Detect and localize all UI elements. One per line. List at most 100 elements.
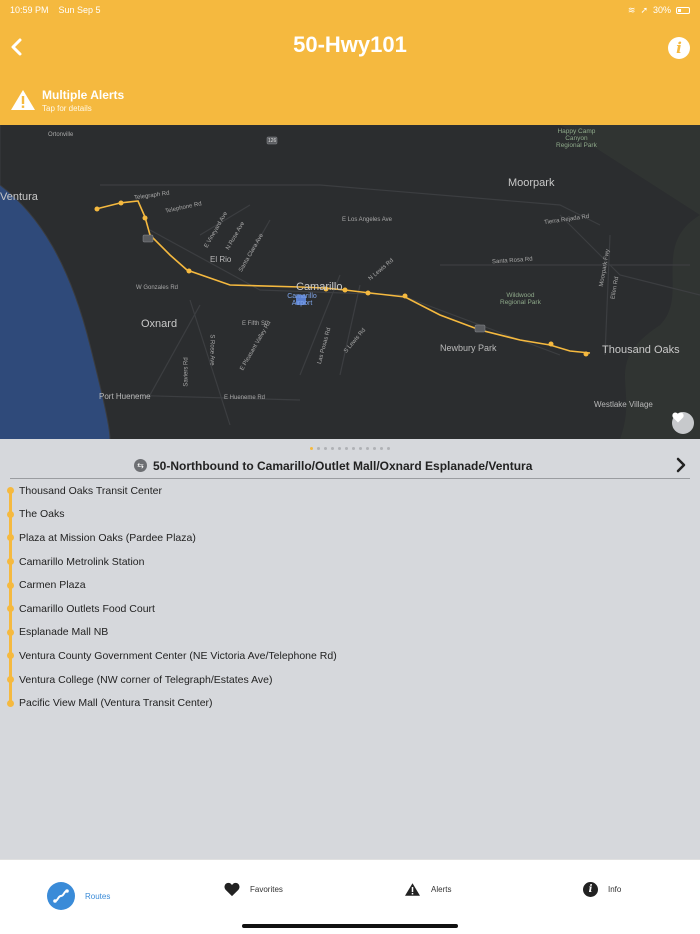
tab-routes[interactable]: Routes <box>47 882 110 910</box>
home-indicator[interactable] <box>242 924 458 928</box>
map-label-wildwood: Wildwood Regional Park <box>500 292 541 306</box>
stop-name: Thousand Oaks Transit Center <box>19 484 162 497</box>
page-dot <box>359 447 362 450</box>
alert-title: Multiple Alerts <box>42 88 125 102</box>
stop-name: Esplanade Mall NB <box>19 626 109 639</box>
next-direction-button[interactable] <box>674 457 688 473</box>
stop-marker <box>7 487 14 495</box>
header: 50-Hwy101 i Multiple Alerts Tap for deta… <box>0 20 700 125</box>
page-indicator[interactable] <box>0 447 700 450</box>
routes-icon <box>47 882 75 910</box>
stop-marker <box>7 676 14 684</box>
stop-marker <box>7 581 14 589</box>
tab-label: Alerts <box>431 885 452 894</box>
page-dot <box>310 447 313 450</box>
heart-icon <box>672 412 684 423</box>
page-dot <box>352 447 355 450</box>
map-label-happy-camp: Happy Camp Canyon Regional Park <box>556 128 597 149</box>
map-label-port-hueneme: Port Hueneme <box>99 392 151 401</box>
tab-bar: Routes Favorites Alerts i Info <box>0 859 700 934</box>
map-label-newbury-park: Newbury Park <box>440 343 497 353</box>
warning-icon <box>11 90 35 110</box>
stop-marker <box>7 699 14 707</box>
status-date: Sun Sep 5 <box>58 5 101 15</box>
page-dot <box>373 447 376 450</box>
info-icon: i <box>676 39 682 57</box>
info-button[interactable]: i <box>668 37 690 59</box>
map-label-ortonville: Ortonville <box>48 132 74 138</box>
tab-label: Routes <box>85 891 111 901</box>
road-label-126: 126 <box>268 138 277 144</box>
stop-name: Camarillo Metrolink Station <box>19 555 145 568</box>
status-right: ≋ ➚ 30% <box>628 5 690 16</box>
stop-name: Pacific View Mall (Ventura Transit Cente… <box>19 697 213 710</box>
location-icon: ➚ <box>640 4 648 15</box>
tab-label: Info <box>608 885 622 894</box>
road-label-e-hueneme: E Hueneme Rd <box>224 395 266 401</box>
route-map[interactable]: Ortonville Ventura Moorpark El Rio Camar… <box>0 125 700 439</box>
page-title: 50-Hwy101 <box>293 32 407 57</box>
stop-name: Plaza at Mission Oaks (Pardee Plaza) <box>19 531 196 544</box>
stop-name: Carmen Plaza <box>19 579 86 592</box>
map-label-ventura: Ventura <box>0 191 38 203</box>
list-item[interactable]: Thousand Oaks Transit Center <box>0 479 700 503</box>
list-item[interactable]: Plaza at Mission Oaks (Pardee Plaza) <box>0 526 700 550</box>
favorite-button[interactable] <box>672 412 694 434</box>
list-item[interactable]: Camarillo Metrolink Station <box>0 550 700 574</box>
stop-name: The Oaks <box>19 508 65 521</box>
map-label-moorpark: Moorpark <box>508 177 555 189</box>
alert-subtitle: Tap for details <box>42 104 92 113</box>
page-dot <box>324 447 327 450</box>
list-item[interactable]: Pacific View Mall (Ventura Transit Cente… <box>0 691 700 715</box>
warning-icon <box>405 883 420 896</box>
stop-marker <box>7 510 14 518</box>
page-dot <box>338 447 341 450</box>
list-item[interactable]: Esplanade Mall NB <box>0 621 700 645</box>
list-item[interactable]: Ventura College (NW corner of Telegraph/… <box>0 668 700 692</box>
road-label-s-rose: S Rose Ave <box>208 334 215 366</box>
page-dot <box>345 447 348 450</box>
list-item[interactable]: Ventura County Government Center (NE Vic… <box>0 644 700 668</box>
list-item[interactable]: Camarillo Outlets Food Court <box>0 597 700 621</box>
status-time: 10:59 PM <box>10 5 49 15</box>
stop-name: Camarillo Outlets Food Court <box>19 602 155 615</box>
stop-marker <box>7 628 14 636</box>
list-item[interactable]: Carmen Plaza <box>0 573 700 597</box>
tab-alerts[interactable]: Alerts <box>404 882 451 897</box>
stop-marker <box>7 652 14 660</box>
map-label-camarillo: Camarillo <box>296 281 343 293</box>
alert-banner[interactable]: Multiple Alerts Tap for details <box>0 84 700 124</box>
map-label-el-rio: El Rio <box>210 255 232 264</box>
wifi-icon: ≋ <box>627 4 636 15</box>
page-dot <box>317 447 320 450</box>
battery-percent: 30% <box>652 5 671 15</box>
tab-favorites[interactable]: Favorites <box>224 882 283 897</box>
road-label-gonzales: W Gonzales Rd <box>136 285 179 291</box>
map-label-airport: Camarillo Airport <box>287 293 317 307</box>
route-panel: ⇆ 50-Northbound to Camarillo/Outlet Mall… <box>0 439 700 859</box>
direction-header: ⇆ 50-Northbound to Camarillo/Outlet Mall… <box>10 457 690 479</box>
tab-label: Favorites <box>250 885 283 894</box>
swap-direction-icon[interactable]: ⇆ <box>134 459 147 472</box>
map-label-thousand-oaks: Thousand Oaks <box>602 344 680 356</box>
stop-name: Ventura College (NW corner of Telegraph/… <box>19 673 273 686</box>
heart-icon <box>224 882 240 897</box>
page-dot <box>366 447 369 450</box>
stop-list: Thousand Oaks Transit Center The Oaks Pl… <box>0 479 700 715</box>
road-label-e-los-angeles: E Los Angeles Ave <box>342 217 392 223</box>
chevron-right-icon <box>676 457 686 473</box>
list-item[interactable]: The Oaks <box>0 503 700 527</box>
stop-name: Ventura County Government Center (NE Vic… <box>19 649 337 662</box>
page-dot <box>387 447 390 450</box>
info-icon: i <box>583 882 598 897</box>
stop-marker <box>7 534 14 542</box>
status-bar: 10:59 PM Sun Sep 5 ≋ ➚ 30% <box>0 0 700 20</box>
stop-marker <box>7 605 14 613</box>
map-label-westlake-village: Westlake Village <box>594 400 653 409</box>
direction-title: 50-Northbound to Camarillo/Outlet Mall/O… <box>153 459 533 473</box>
road-label-saviers: Saviers Rd <box>183 357 190 387</box>
battery-icon <box>676 6 690 14</box>
tab-info[interactable]: i Info <box>583 882 621 897</box>
page-dot <box>331 447 334 450</box>
page-dot <box>380 447 383 450</box>
